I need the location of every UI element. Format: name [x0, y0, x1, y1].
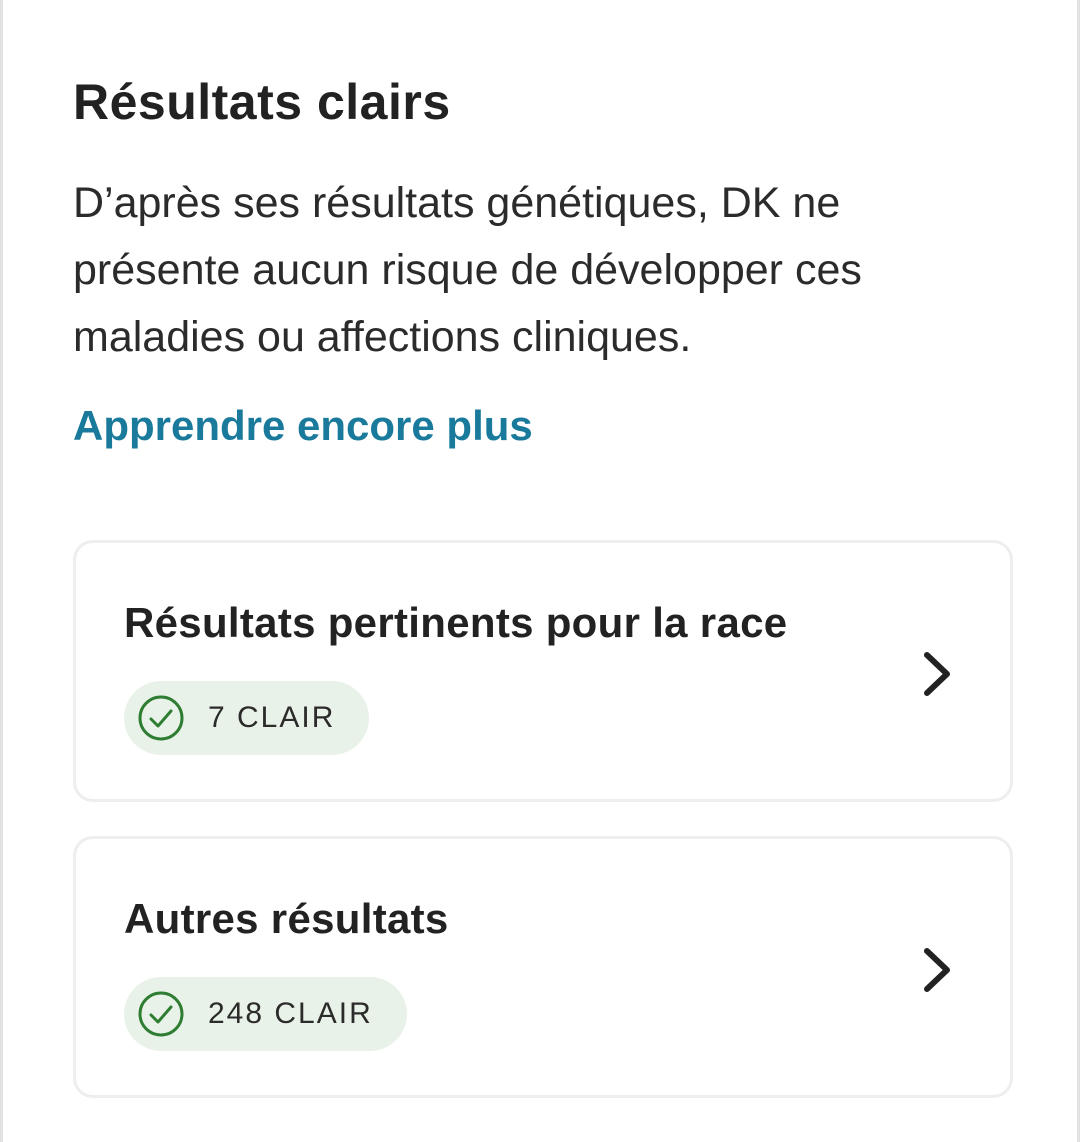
badge-label: 248 CLAIR: [208, 997, 373, 1030]
card-title: Résultats pertinents pour la race: [124, 599, 788, 646]
breed-relevant-results-card[interactable]: Résultats pertinents pour la race 7 CLAI…: [73, 540, 1013, 802]
learn-more-link[interactable]: Apprendre encore plus: [73, 398, 533, 454]
clear-count-badge: 248 CLAIR: [124, 977, 407, 1051]
section-title: Résultats clairs: [73, 74, 451, 130]
chevron-right-icon: [924, 652, 950, 696]
section-description: D’après ses résultats génétiques, DK ne …: [73, 179, 862, 361]
badge-label: 7 CLAIR: [208, 701, 336, 734]
check-circle-icon: [138, 991, 184, 1037]
clear-results-screen: Résultats clairs D’après ses résultats g…: [0, 0, 1080, 1142]
card-title: Autres résultats: [124, 895, 449, 942]
chevron-right-icon: [924, 948, 950, 992]
other-results-card[interactable]: Autres résultats 248 CLAIR: [73, 836, 1013, 1098]
clear-count-badge: 7 CLAIR: [124, 681, 370, 755]
check-circle-icon: [138, 695, 184, 741]
